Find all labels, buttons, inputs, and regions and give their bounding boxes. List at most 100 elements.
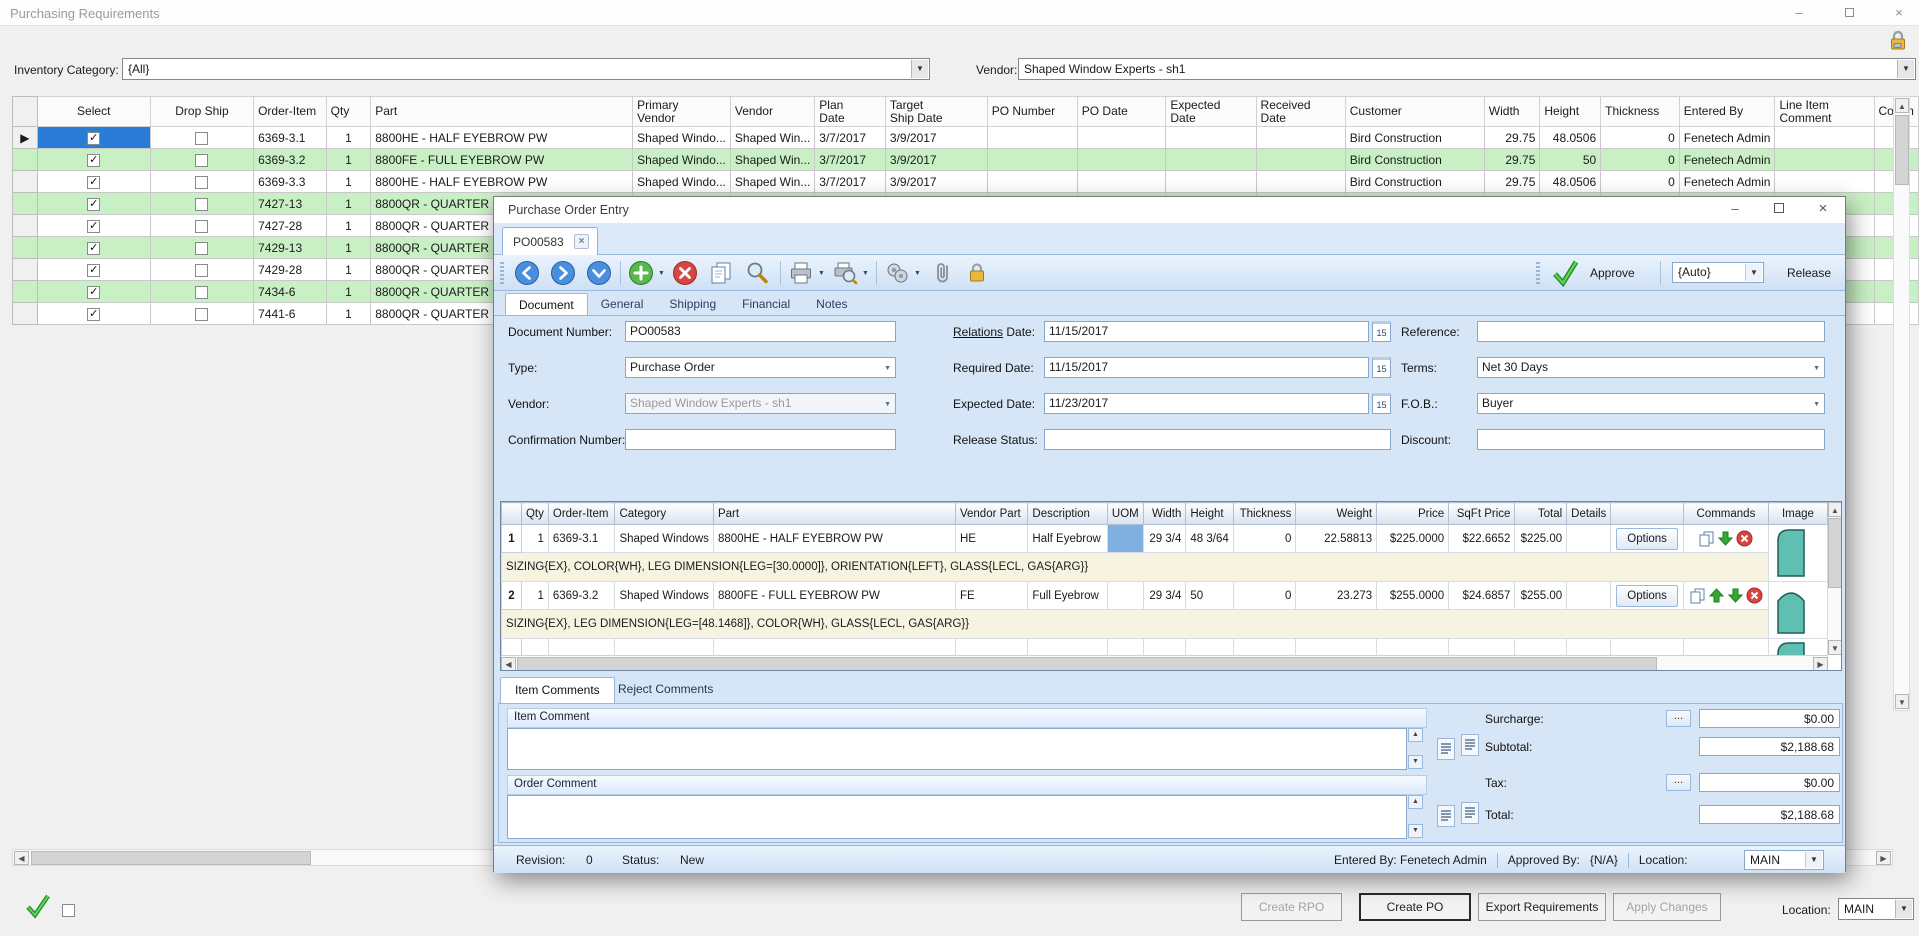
grid-cell-sqft_price[interactable]: $22.6652 bbox=[1449, 525, 1515, 553]
cell-po_number[interactable] bbox=[987, 171, 1077, 193]
row-selector[interactable] bbox=[13, 303, 38, 325]
column-header[interactable] bbox=[13, 97, 38, 127]
drop-ship-checkbox[interactable] bbox=[195, 198, 208, 211]
footer-location-dropdown-icon[interactable]: ▼ bbox=[1895, 900, 1912, 918]
cell-received_date[interactable] bbox=[1256, 171, 1345, 193]
cell-primary_vendor[interactable]: Shaped Windo... bbox=[633, 127, 731, 149]
relations-date-calendar-button[interactable]: 15 bbox=[1372, 321, 1391, 342]
options-button[interactable]: Options bbox=[1616, 528, 1678, 550]
print-button[interactable] bbox=[788, 260, 814, 286]
grid-column-header[interactable] bbox=[502, 503, 522, 525]
grid-cell-order_item[interactable]: 6369-3.3 bbox=[548, 639, 615, 656]
select-none-checkbox[interactable] bbox=[62, 904, 75, 917]
tab-financial[interactable]: Financial bbox=[729, 293, 803, 316]
grid-cell-category[interactable]: Shaped Windows bbox=[615, 582, 714, 610]
cell-customer[interactable]: Bird Construction bbox=[1345, 127, 1484, 149]
dialog-close-button[interactable]: × bbox=[1810, 200, 1836, 218]
cell-po_number[interactable] bbox=[987, 149, 1077, 171]
grid-column-header[interactable]: Qty bbox=[521, 503, 548, 525]
cell-plan_date[interactable]: 3/7/2017 bbox=[815, 171, 886, 193]
select-checkbox[interactable]: ✓ bbox=[87, 220, 100, 233]
cell-customer[interactable]: Bird Construction bbox=[1345, 149, 1484, 171]
main-vertical-scrollbar[interactable]: ▲ ▼ bbox=[1893, 96, 1910, 711]
item-comment-scroll-down-icon[interactable]: ▼ bbox=[1408, 755, 1423, 769]
fob-dropdown-icon[interactable]: ▼ bbox=[1813, 401, 1820, 408]
select-cell[interactable]: ✓ bbox=[37, 281, 150, 303]
cell-entered_by[interactable]: Fenetech Admin bbox=[1679, 127, 1775, 149]
type-dropdown-icon[interactable]: ▼ bbox=[884, 365, 891, 372]
cell-part[interactable]: 8800FE - FULL EYEBROW PW bbox=[371, 149, 633, 171]
column-header[interactable]: Height bbox=[1540, 97, 1601, 127]
inventory-category-select[interactable]: {All} ▼ bbox=[122, 58, 930, 80]
order-comment-textarea[interactable] bbox=[507, 795, 1407, 839]
cancel-button[interactable] bbox=[672, 260, 698, 286]
goto-button[interactable] bbox=[586, 260, 612, 286]
footer-location-select[interactable]: MAIN ▼ bbox=[1838, 898, 1914, 920]
grid-cell-uom[interactable] bbox=[1107, 639, 1143, 656]
cell-width[interactable]: 29.75 bbox=[1484, 127, 1540, 149]
column-header[interactable]: Thickness bbox=[1601, 97, 1680, 127]
select-cell[interactable]: ✓ bbox=[37, 303, 150, 325]
grid-comment-row[interactable]: SIZING{EX}, LEG DIMENSION{LEG=[48.1468]}… bbox=[502, 610, 1828, 639]
export-dropdown-icon[interactable]: ▼ bbox=[914, 270, 921, 277]
grid-column-header[interactable]: Description bbox=[1028, 503, 1108, 525]
cell-qty[interactable]: 1 bbox=[326, 215, 371, 237]
select-cell[interactable]: ✓ bbox=[37, 149, 150, 171]
tab-document[interactable]: Document bbox=[505, 293, 588, 316]
cell-line_item_comment[interactable] bbox=[1775, 127, 1874, 149]
cell-thickness[interactable]: 0 bbox=[1601, 171, 1680, 193]
cell-height[interactable]: 48.0506 bbox=[1540, 127, 1601, 149]
grid-cell-price[interactable]: $255.0000 bbox=[1377, 582, 1449, 610]
order-comment-scroll-up-icon[interactable]: ▲ bbox=[1408, 795, 1423, 809]
cell-qty[interactable]: 1 bbox=[326, 193, 371, 215]
move-down-icon[interactable] bbox=[1717, 530, 1734, 547]
grid-cell-total[interactable]: $255.00 bbox=[1515, 582, 1567, 610]
grid-cell-sqft_price[interactable]: $22.6652 bbox=[1449, 639, 1515, 656]
drop-ship-cell[interactable] bbox=[150, 215, 253, 237]
delete-item-icon[interactable] bbox=[1736, 530, 1753, 547]
cell-qty[interactable]: 1 bbox=[326, 171, 371, 193]
grid-cell-weight[interactable]: 22.58813 bbox=[1296, 639, 1377, 656]
cell-qty[interactable]: 1 bbox=[326, 281, 371, 303]
select-checkbox[interactable]: ✓ bbox=[87, 132, 100, 145]
dialog-location-dropdown-icon[interactable]: ▼ bbox=[1805, 852, 1822, 868]
export-button[interactable] bbox=[884, 260, 910, 286]
select-cell[interactable]: ✓ bbox=[37, 193, 150, 215]
column-header[interactable]: Vendor bbox=[730, 97, 814, 127]
cell-po_number[interactable] bbox=[987, 127, 1077, 149]
subtotal-input[interactable]: $2,188.68 bbox=[1699, 737, 1840, 756]
select-cell[interactable]: ✓ bbox=[37, 237, 150, 259]
grid-column-header[interactable]: Thickness bbox=[1233, 503, 1296, 525]
release-mode-dropdown-icon[interactable]: ▼ bbox=[1745, 264, 1762, 281]
drop-ship-cell[interactable] bbox=[150, 303, 253, 325]
grid-cell-part[interactable]: 8800HE - HALF EYEBROW PW bbox=[713, 639, 955, 656]
select-cell[interactable]: ✓ bbox=[37, 127, 150, 149]
item-option-string[interactable]: SIZING{EX}, COLOR{WH}, LEG DIMENSION{LEG… bbox=[502, 553, 1769, 582]
drop-ship-checkbox[interactable] bbox=[195, 220, 208, 233]
cell-primary_vendor[interactable]: Shaped Windo... bbox=[633, 149, 731, 171]
grid-item-row[interactable]: 316369-3.3Shaped Windows8800HE - HALF EY… bbox=[502, 639, 1828, 656]
approve-check-icon[interactable] bbox=[1550, 259, 1576, 285]
restore-button[interactable] bbox=[1836, 4, 1862, 22]
table-row[interactable]: ✓6369-3.218800FE - FULL EYEBROW PWShaped… bbox=[13, 149, 1919, 171]
grid-scroll-down-icon[interactable]: ▼ bbox=[1828, 640, 1842, 655]
grid-column-header[interactable] bbox=[1611, 503, 1684, 525]
select-checkbox[interactable]: ✓ bbox=[87, 308, 100, 321]
column-header[interactable]: Order-Item bbox=[254, 97, 327, 127]
cell-qty[interactable]: 1 bbox=[326, 303, 371, 325]
grid-cell-num[interactable]: 2 bbox=[502, 582, 522, 610]
grid-cell-qty[interactable]: 1 bbox=[521, 582, 548, 610]
grid-cell-qty[interactable]: 1 bbox=[521, 525, 548, 553]
cell-width[interactable]: 29.75 bbox=[1484, 171, 1540, 193]
row-selector[interactable] bbox=[13, 237, 38, 259]
select-cell[interactable]: ✓ bbox=[37, 171, 150, 193]
item-comment-lines-icon[interactable] bbox=[1437, 738, 1455, 760]
subtotal-lines-icon[interactable] bbox=[1461, 734, 1479, 756]
dialog-maximize-button[interactable] bbox=[1766, 200, 1792, 218]
cell-entered_by[interactable]: Fenetech Admin bbox=[1679, 149, 1775, 171]
grid-horizontal-scrollbar[interactable]: ◀ ▶ bbox=[501, 655, 1828, 671]
cell-line_item_comment[interactable] bbox=[1775, 171, 1874, 193]
drop-ship-checkbox[interactable] bbox=[195, 308, 208, 321]
vendor-dropdown-icon[interactable]: ▼ bbox=[1897, 60, 1914, 78]
tab-item-comments[interactable]: Item Comments bbox=[500, 677, 615, 703]
